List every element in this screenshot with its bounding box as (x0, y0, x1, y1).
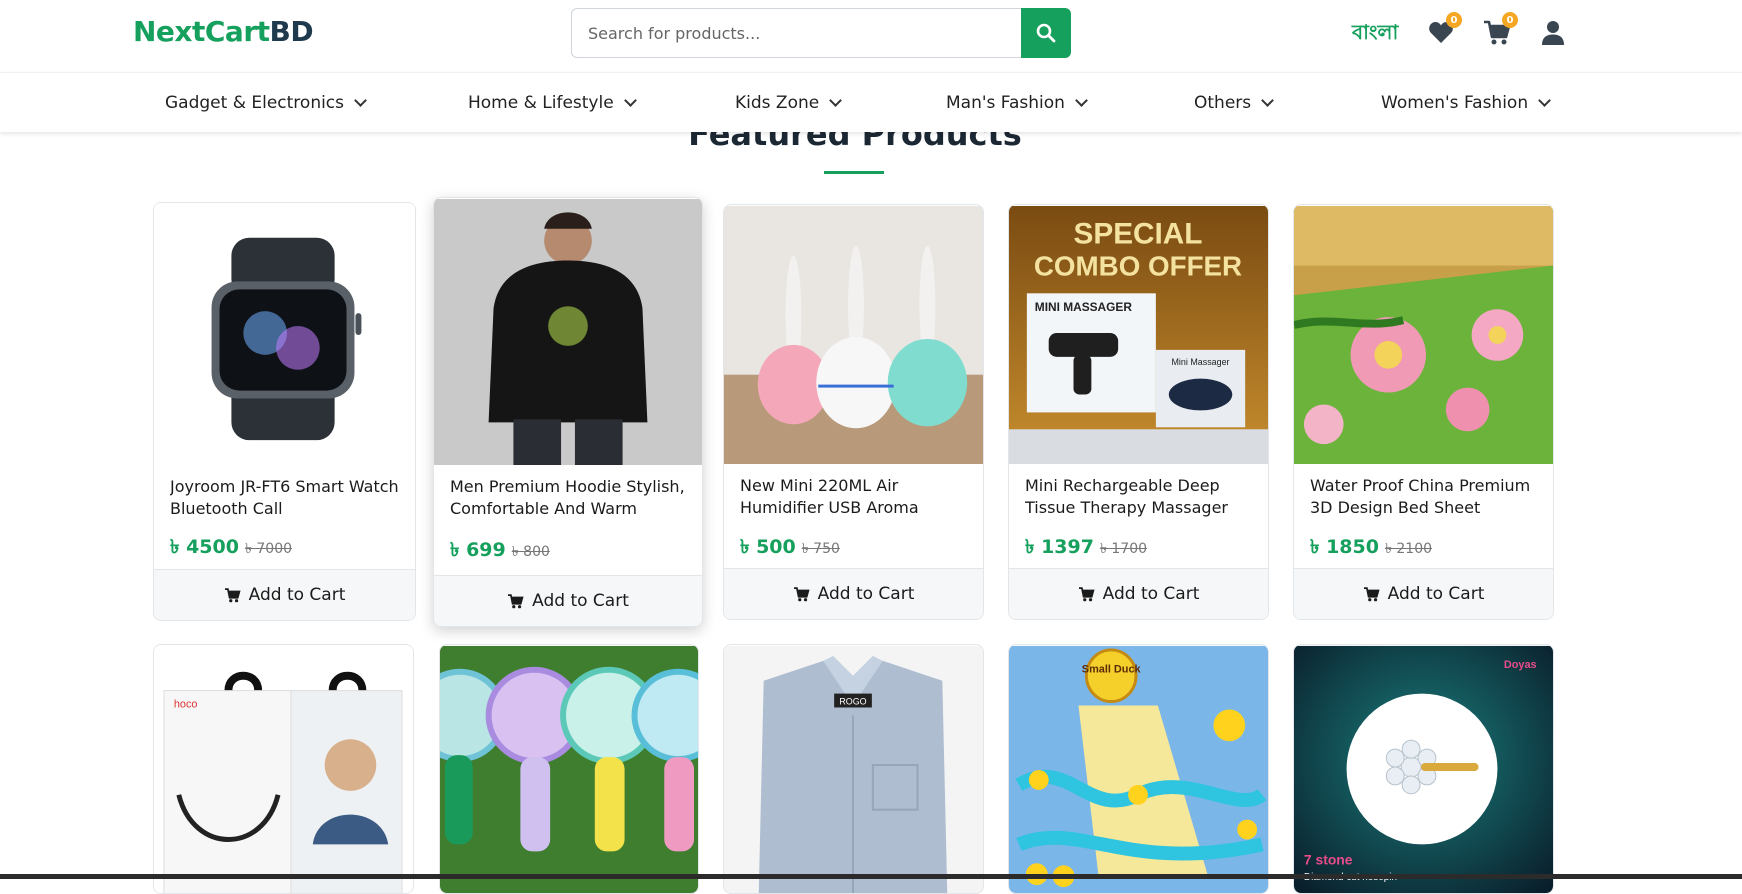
product-card[interactable]: hoco (153, 644, 414, 894)
chevron-down-icon (1538, 93, 1551, 107)
add-to-cart-button[interactable]: Add to Cart (154, 569, 415, 620)
product-name[interactable]: New Mini 220ML Air Humidifier USB Aroma … (740, 475, 969, 519)
bottom-edge-bar (0, 874, 1742, 879)
product-price: ৳ 500 ৳ 750 (740, 536, 840, 558)
add-to-cart-button[interactable]: Add to Cart (434, 575, 702, 626)
product-price: ৳ 1850 ৳ 2100 (1310, 536, 1433, 558)
svg-text:hoco: hoco (174, 698, 198, 710)
nav-kids-zone[interactable]: Kids Zone (735, 73, 843, 132)
svg-text:ROGO: ROGO (839, 697, 866, 707)
user-icon (1542, 21, 1564, 45)
account-button[interactable] (1538, 18, 1568, 48)
cart-icon (224, 587, 241, 602)
product-card[interactable]: Joyroom JR-FT6 Smart Watch Bluetooth Cal… (153, 202, 416, 621)
product-image-smartwatch[interactable] (154, 203, 415, 465)
product-name[interactable]: Men Premium Hoodie Stylish, Comfortable … (450, 476, 688, 520)
nav-mans-fashion[interactable]: Man's Fashion (946, 73, 1088, 132)
wishlist-count-badge: 0 (1446, 12, 1462, 28)
product-old-price: ৳ 1700 (1099, 541, 1148, 557)
cart-icon (508, 593, 524, 608)
product-image-hoodie[interactable] (434, 198, 702, 466)
language-toggle[interactable]: বাংলা (1352, 18, 1398, 51)
product-card[interactable]: Men Premium Hoodie Stylish, Comfortable … (433, 197, 703, 627)
product-old-price: ৳ 7000 (244, 541, 293, 557)
nav-womens-fashion[interactable]: Women's Fashion (1381, 73, 1551, 132)
svg-text:MINI MASSAGER: MINI MASSAGER (1035, 300, 1133, 314)
product-image-nosepin[interactable]: Doyas 7 stone Diamond cut nosepin (1294, 645, 1553, 894)
nav-others[interactable]: Others (1194, 73, 1275, 132)
product-image-neckband-earphones[interactable]: hoco (154, 645, 413, 894)
product-card[interactable]: SPECIAL COMBO OFFER MINI MASSAGER Mini M… (1008, 204, 1269, 620)
svg-text:Doyas: Doyas (1504, 659, 1537, 671)
add-to-cart-button[interactable]: Add to Cart (1294, 568, 1553, 619)
chevron-down-icon (1261, 93, 1275, 107)
product-card[interactable]: Small Duck (1008, 644, 1269, 894)
svg-text:COMBO OFFER: COMBO OFFER (1034, 250, 1242, 281)
search-bar (571, 8, 1071, 58)
product-name[interactable]: Water Proof China Premium 3D Design Bed … (1310, 475, 1539, 519)
product-old-price: ৳ 750 (801, 541, 840, 557)
svg-text:Small Duck: Small Duck (1082, 664, 1142, 676)
nav-gadget-electronics[interactable]: Gadget & Electronics (165, 73, 367, 132)
product-image-duck-slide-toy[interactable]: Small Duck (1009, 645, 1268, 894)
chevron-down-icon (829, 93, 843, 107)
wishlist-button[interactable]: 0 (1426, 12, 1462, 48)
section-title-underline (824, 171, 884, 174)
product-name[interactable]: Joyroom JR-FT6 Smart Watch Bluetooth Cal… (170, 476, 401, 520)
product-card[interactable]: Water Proof China Premium 3D Design Bed … (1293, 204, 1554, 620)
chevron-down-icon (623, 93, 637, 107)
chevron-down-icon (1075, 93, 1088, 107)
product-old-price: ৳ 800 (511, 544, 550, 560)
site-logo[interactable]: NextCartBD (133, 14, 314, 50)
product-card[interactable]: Doyas 7 stone Diamond cut nosepin (1293, 644, 1554, 894)
cart-icon (1078, 586, 1095, 601)
product-image-humidifier[interactable] (724, 205, 983, 465)
product-image-bedsheet[interactable] (1294, 205, 1553, 465)
svg-text:SPECIAL: SPECIAL (1073, 218, 1202, 251)
product-price: ৳ 1397 ৳ 1700 (1025, 536, 1148, 558)
product-price: ৳ 699 ৳ 800 (450, 539, 550, 561)
nav-home-lifestyle[interactable]: Home & Lifestyle (468, 73, 637, 132)
product-card[interactable]: ROGO (723, 644, 984, 894)
category-nav: Gadget & Electronics Home & Lifestyle Ki… (0, 72, 1742, 132)
product-image-massager[interactable]: SPECIAL COMBO OFFER MINI MASSAGER Mini M… (1009, 205, 1268, 465)
search-button[interactable] (1021, 8, 1071, 58)
chevron-down-icon (354, 93, 367, 107)
add-to-cart-button[interactable]: Add to Cart (1009, 568, 1268, 619)
product-image-shirt[interactable]: ROGO (724, 645, 983, 894)
cart-icon (1363, 586, 1380, 601)
product-old-price: ৳ 2100 (1384, 541, 1433, 557)
cart-icon (793, 586, 810, 601)
product-card[interactable] (439, 644, 699, 894)
product-card[interactable]: New Mini 220ML Air Humidifier USB Aroma … (723, 204, 984, 620)
product-name[interactable]: Mini Rechargeable Deep Tissue Therapy Ma… (1025, 475, 1254, 519)
search-input[interactable] (571, 8, 1022, 58)
add-to-cart-button[interactable]: Add to Cart (724, 568, 983, 619)
search-icon (1036, 23, 1056, 43)
cart-count-badge: 0 (1502, 12, 1518, 28)
product-price: ৳ 4500 ৳ 7000 (170, 536, 293, 558)
svg-text:Mini Massager: Mini Massager (1172, 357, 1230, 367)
product-image-mini-fans[interactable] (440, 645, 698, 894)
cart-button[interactable]: 0 (1482, 12, 1518, 48)
header: NextCartBD বাংলা 0 0 (0, 0, 1742, 70)
svg-text:7 stone: 7 stone (1304, 851, 1353, 867)
